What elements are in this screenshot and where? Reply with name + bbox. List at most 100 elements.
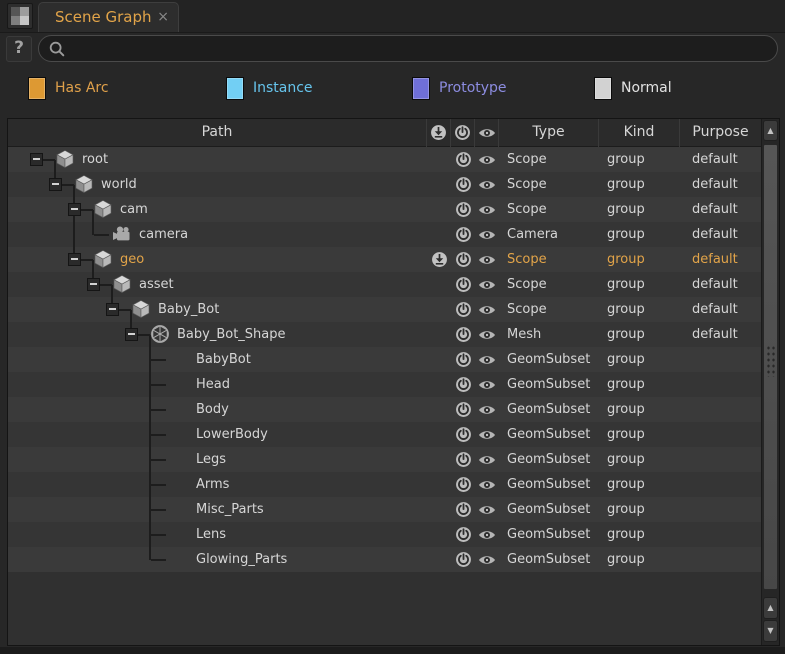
- table-row[interactable]: Glowing_Parts GeomSubset group: [8, 547, 761, 572]
- table-row[interactable]: Baby_Bot_Shape Mesh group default: [8, 322, 761, 347]
- prim-name[interactable]: world: [101, 172, 137, 197]
- table-row[interactable]: world Scope group default: [8, 172, 761, 197]
- visibility-icon[interactable]: [475, 197, 499, 222]
- cube-icon: [93, 199, 113, 219]
- vertical-scrollbar[interactable]: ▲ ▲ ▼: [761, 119, 779, 645]
- visibility-icon[interactable]: [475, 297, 499, 322]
- visibility-icon[interactable]: [475, 322, 499, 347]
- activation-icon[interactable]: [451, 272, 475, 297]
- activation-icon[interactable]: [451, 172, 475, 197]
- prim-name[interactable]: asset: [139, 272, 174, 297]
- tab-scene-graph[interactable]: Scene Graph ×: [38, 2, 179, 32]
- prim-name[interactable]: Misc_Parts: [196, 497, 264, 522]
- visibility-icon[interactable]: [475, 222, 499, 247]
- prim-name[interactable]: Legs: [196, 447, 226, 472]
- table-row[interactable]: Legs GeomSubset group: [8, 447, 761, 472]
- visibility-icon[interactable]: [475, 272, 499, 297]
- tab-close-icon[interactable]: ×: [157, 3, 169, 31]
- table-row[interactable]: cam Scope group default: [8, 197, 761, 222]
- table-row[interactable]: Lens GeomSubset group: [8, 522, 761, 547]
- activation-icon[interactable]: [451, 197, 475, 222]
- table-row[interactable]: Arms GeomSubset group: [8, 472, 761, 497]
- header-activation-icon[interactable]: [451, 119, 475, 147]
- expander-collapse[interactable]: [87, 278, 100, 291]
- visibility-icon[interactable]: [475, 497, 499, 522]
- table-row[interactable]: camera Camera group default: [8, 222, 761, 247]
- visibility-icon[interactable]: [475, 347, 499, 372]
- visibility-icon[interactable]: [475, 472, 499, 497]
- activation-icon[interactable]: [451, 372, 475, 397]
- scroll-down-button[interactable]: ▼: [763, 620, 778, 642]
- activation-icon[interactable]: [451, 422, 475, 447]
- visibility-icon[interactable]: [475, 172, 499, 197]
- visibility-icon[interactable]: [475, 422, 499, 447]
- camera-icon: [112, 224, 132, 244]
- prim-name[interactable]: BabyBot: [196, 347, 251, 372]
- prim-purpose: default: [692, 222, 738, 247]
- prim-name[interactable]: Baby_Bot_Shape: [177, 322, 286, 347]
- prim-name[interactable]: geo: [120, 247, 144, 272]
- search-input[interactable]: [71, 38, 765, 61]
- prim-name[interactable]: Arms: [196, 472, 229, 497]
- horizontal-scrollbar[interactable]: [0, 647, 785, 654]
- activation-icon[interactable]: [451, 397, 475, 422]
- expander-collapse[interactable]: [106, 303, 119, 316]
- scroll-up-button[interactable]: ▲: [763, 120, 778, 141]
- prim-name[interactable]: cam: [120, 197, 148, 222]
- activation-icon[interactable]: [451, 497, 475, 522]
- activation-icon[interactable]: [451, 322, 475, 347]
- activation-icon[interactable]: [451, 547, 475, 572]
- table-row[interactable]: geo Scope group default: [8, 247, 761, 272]
- expander-collapse[interactable]: [68, 203, 81, 216]
- header-load-icon[interactable]: [427, 119, 451, 147]
- prim-name[interactable]: Body: [196, 397, 229, 422]
- prim-name[interactable]: Baby_Bot: [158, 297, 219, 322]
- visibility-icon[interactable]: [475, 447, 499, 472]
- expander-collapse[interactable]: [30, 153, 43, 166]
- tab-bar: Scene Graph ×: [0, 0, 785, 33]
- table-row[interactable]: Misc_Parts GeomSubset group: [8, 497, 761, 522]
- header-type[interactable]: Type: [499, 119, 599, 147]
- visibility-icon[interactable]: [475, 522, 499, 547]
- expander-collapse[interactable]: [125, 328, 138, 341]
- visibility-icon[interactable]: [475, 547, 499, 572]
- table-row[interactable]: Body GeomSubset group: [8, 397, 761, 422]
- activation-icon[interactable]: [451, 522, 475, 547]
- activation-icon[interactable]: [451, 297, 475, 322]
- table-row[interactable]: BabyBot GeomSubset group: [8, 347, 761, 372]
- prim-kind: group: [607, 322, 645, 347]
- visibility-icon[interactable]: [475, 397, 499, 422]
- table-row[interactable]: Head GeomSubset group: [8, 372, 761, 397]
- table-row[interactable]: Baby_Bot Scope group default: [8, 297, 761, 322]
- prim-name[interactable]: Glowing_Parts: [196, 547, 287, 572]
- table-row[interactable]: asset Scope group default: [8, 272, 761, 297]
- header-visibility-icon[interactable]: [475, 119, 499, 147]
- header-kind[interactable]: Kind: [599, 119, 680, 147]
- header-purpose[interactable]: Purpose: [680, 119, 761, 147]
- activation-icon[interactable]: [451, 347, 475, 372]
- visibility-icon[interactable]: [475, 247, 499, 272]
- header-path[interactable]: Path: [8, 119, 427, 147]
- expander-collapse[interactable]: [68, 253, 81, 266]
- visibility-icon[interactable]: [475, 147, 499, 172]
- scroll-up-button-bottom[interactable]: ▲: [763, 597, 778, 619]
- load-state-icon[interactable]: [427, 247, 451, 272]
- pane-layout-icon[interactable]: [7, 3, 33, 29]
- activation-icon[interactable]: [451, 147, 475, 172]
- activation-icon[interactable]: [451, 447, 475, 472]
- activation-icon[interactable]: [451, 247, 475, 272]
- table-row[interactable]: root Scope group default: [8, 147, 761, 172]
- prim-name[interactable]: camera: [139, 222, 188, 247]
- table-row[interactable]: LowerBody GeomSubset group: [8, 422, 761, 447]
- prim-name[interactable]: Head: [196, 372, 230, 397]
- prim-name[interactable]: Lens: [196, 522, 226, 547]
- activation-icon[interactable]: [451, 222, 475, 247]
- scrollbar-thumb[interactable]: [763, 144, 778, 590]
- activation-icon[interactable]: [451, 472, 475, 497]
- prim-name[interactable]: root: [82, 147, 108, 172]
- search-box[interactable]: [38, 35, 778, 62]
- prim-name[interactable]: LowerBody: [196, 422, 268, 447]
- expander-collapse[interactable]: [49, 178, 62, 191]
- help-button[interactable]: ?: [6, 36, 32, 62]
- visibility-icon[interactable]: [475, 372, 499, 397]
